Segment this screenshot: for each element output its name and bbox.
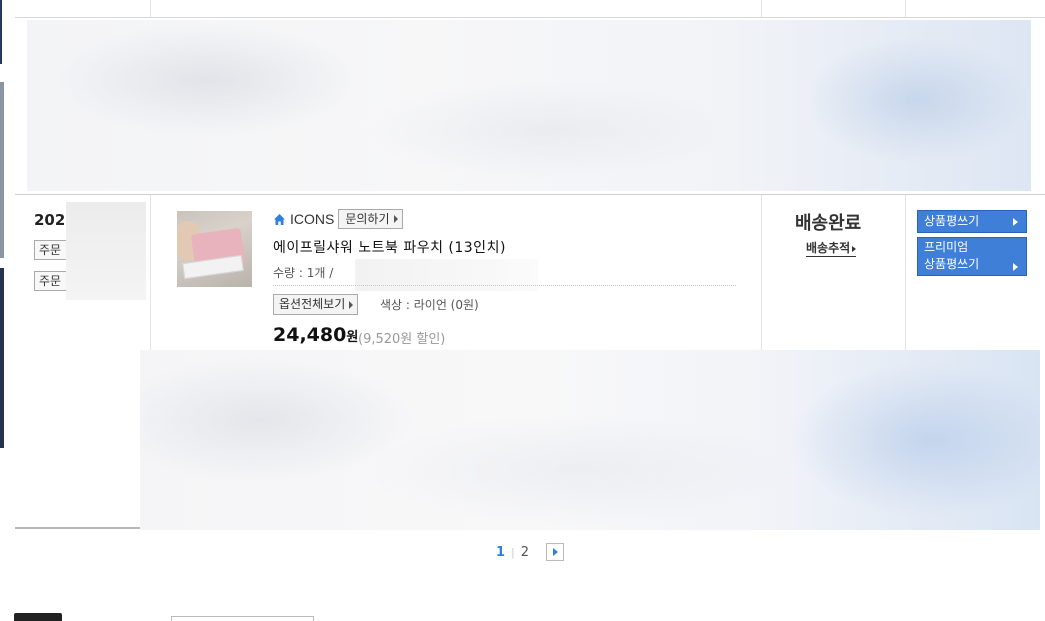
tracking-link[interactable]: 배송추적 [806,241,857,257]
blurred-order-number [66,202,146,300]
pagination: 1 | 2 [496,543,565,561]
order-row-border [15,194,1045,195]
chevron-right-icon [552,548,558,556]
caret-right-icon [1013,218,1018,226]
next-page-button[interactable] [546,543,565,561]
delivery-status: 배송완료 [795,213,862,234]
left-edge-strip-low [0,268,4,448]
option-text: 색상 : 라이언 (0원) [380,298,479,312]
table-bottom-border [15,527,140,529]
page-separator: | [511,545,515,559]
discount-text: (9,520원 할인) [358,332,446,347]
product-thumbnail[interactable] [177,211,252,287]
price-unit: 원 [346,330,359,345]
bottom-select-box[interactable] [171,616,314,621]
quantity-text: 수량 : 1개 / [273,266,334,280]
page-1[interactable]: 1 [496,545,505,560]
order-date: 202 [34,211,66,229]
inquiry-button-label: 문의하기 [345,212,390,226]
write-review-button[interactable]: 상품평쓰기 [917,210,1027,233]
price-value: 24,480 [273,324,347,346]
home-icon[interactable] [273,213,286,226]
page-2[interactable]: 2 [521,545,529,560]
tracking-link-label: 배송추적 [806,241,851,255]
brand-name[interactable]: ICONS [290,211,334,227]
view-all-options-button[interactable]: 옵션전체보기 [273,294,359,315]
col-divider-1 [150,195,151,350]
blurred-quantity-detail [355,259,538,291]
price: 24,480원 [273,324,358,346]
blurred-order-row-next [140,350,1040,530]
col-divider-2-top [761,0,762,17]
dotted-divider [273,285,736,286]
table-top-row-border [15,17,1045,18]
write-review-label: 상품평쓰기 [924,214,980,228]
bottom-section-heading [14,605,74,621]
premium-review-button[interactable]: 프리미엄 상품평쓰기 [917,237,1027,276]
col-divider-2 [761,195,762,350]
order-detail-button[interactable]: 주문 [34,240,70,260]
caret-right-icon [1013,263,1018,271]
blurred-order-row-previous [27,20,1031,191]
product-name[interactable]: 에이프릴샤워 노트북 파우치 (13인치) [273,237,506,257]
brand-row: ICONS 문의하기 [273,209,403,229]
view-all-options-label: 옵션전체보기 [279,297,346,311]
premium-review-label-line1: 프리미엄 [924,240,969,254]
col-divider-3 [905,195,906,350]
caret-right-icon [852,245,857,252]
left-edge-strip-top [0,0,2,64]
col-divider-3-top [905,0,906,17]
caret-right-icon [393,215,398,223]
inquiry-button[interactable]: 문의하기 [338,209,403,229]
col-divider-1-top [150,0,151,17]
caret-right-icon [349,300,354,309]
left-edge-strip-mid [0,82,4,258]
premium-review-label-line2: 상품평쓰기 [924,257,980,271]
order-action-button[interactable]: 주문 [34,271,70,291]
